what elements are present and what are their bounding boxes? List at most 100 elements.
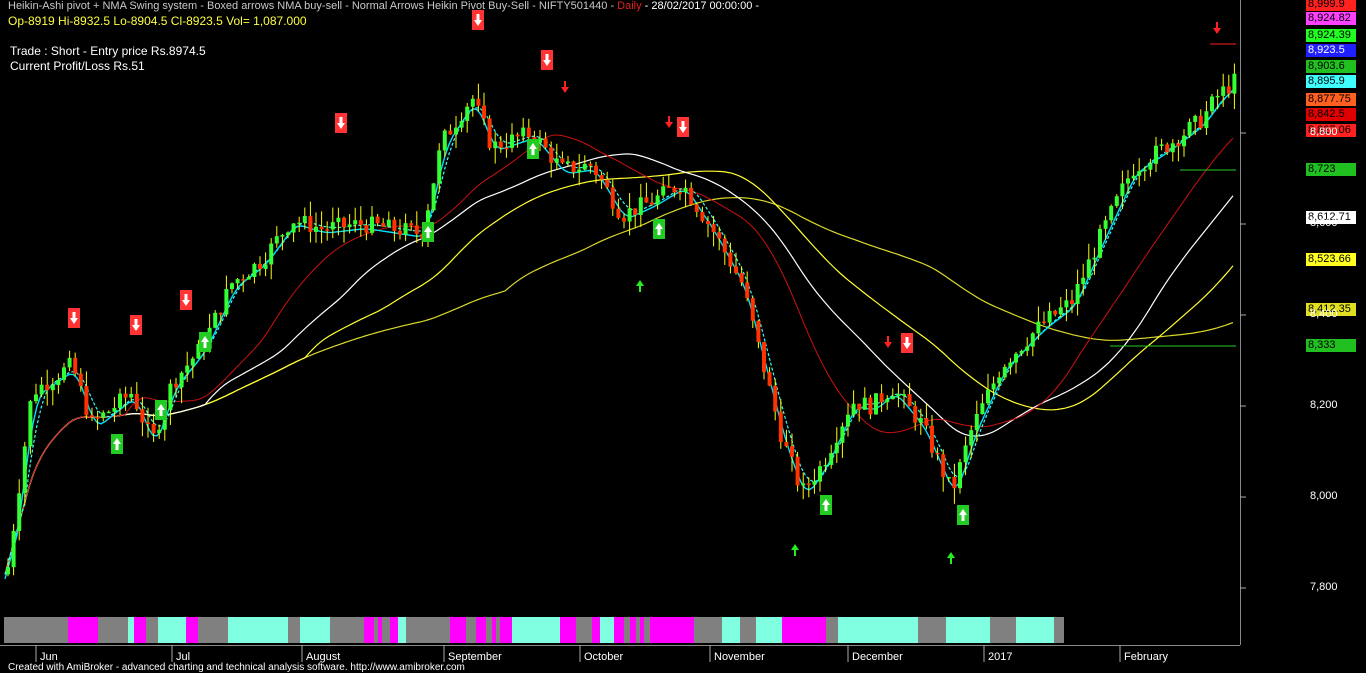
candle-body — [885, 399, 890, 403]
signal-band-segment — [614, 617, 624, 643]
candle-body — [73, 357, 78, 374]
candle-body — [11, 530, 16, 568]
signal-band-segment — [624, 617, 630, 643]
candle-body — [235, 279, 240, 284]
footer-credit: Created with AmiBroker - advanced charti… — [8, 662, 465, 673]
signal-band-segment — [630, 617, 636, 643]
candle-body — [711, 224, 716, 233]
sell-arrow-icon — [561, 81, 569, 93]
signal-band-segment — [128, 617, 134, 643]
candle-body — [980, 403, 985, 415]
candle-body — [84, 386, 89, 416]
candle-body — [308, 215, 313, 232]
candle-body — [1081, 277, 1086, 285]
candle-body — [1154, 145, 1158, 164]
candle-body — [90, 415, 94, 418]
candle-body — [353, 220, 358, 225]
price-chart[interactable]: Jun Jul August September October November Dece… — [0, 0, 1366, 672]
buy-box-signal — [199, 332, 211, 352]
candle-body — [213, 312, 218, 328]
signal-band-segment — [512, 617, 560, 643]
signal-band-segment — [330, 617, 364, 643]
signal-band-segment — [640, 617, 644, 643]
candle-body — [129, 393, 134, 398]
signal-band-segment — [636, 617, 640, 643]
candle-body — [879, 393, 884, 403]
candle-body — [224, 289, 229, 315]
price-axis-line — [1240, 0, 1241, 645]
candle-body — [218, 312, 223, 315]
candle-body — [470, 98, 475, 107]
candle-body — [812, 481, 817, 485]
sell-arrow-icon — [665, 116, 673, 128]
y-tick-label: 8,800 — [1310, 126, 1338, 138]
month-label: 2017 — [988, 651, 1012, 663]
candle-body — [358, 220, 363, 226]
candle-body — [1109, 205, 1114, 221]
candle-body — [50, 385, 55, 391]
candle-body — [633, 208, 638, 215]
sell-box-signal — [901, 333, 913, 353]
candle-body — [1036, 321, 1041, 334]
candle-body — [941, 454, 946, 477]
signal-band-segment — [826, 617, 838, 643]
signal-band-segment — [838, 617, 918, 643]
price-tag: 8,333 — [1306, 339, 1356, 352]
candle-body — [157, 429, 162, 434]
candle-body — [302, 215, 307, 223]
signal-band-segment — [486, 617, 492, 643]
candle-body — [409, 223, 414, 226]
signal-band-segment — [946, 617, 990, 643]
candle-body — [678, 192, 682, 194]
signal-band-segment — [644, 617, 650, 643]
signal-band-segment — [364, 617, 374, 643]
signal-band-segment — [300, 617, 330, 643]
candle-body — [101, 412, 106, 418]
candle-body — [1025, 346, 1030, 351]
candle-body — [683, 187, 688, 193]
candle-body — [22, 446, 27, 494]
candle-body — [566, 161, 570, 163]
signal-band-segment — [158, 617, 186, 643]
candle-body — [801, 483, 806, 486]
candle-body — [599, 175, 604, 180]
price-tag: 8,903.6 — [1306, 60, 1356, 73]
interval-label: Daily — [617, 0, 642, 12]
candle-body — [1204, 111, 1209, 129]
candle-body — [364, 225, 369, 233]
candle-body — [851, 403, 856, 415]
signal-band-segment — [496, 617, 500, 643]
candle-body — [622, 217, 626, 222]
candle-body — [123, 393, 128, 398]
candle-body — [756, 320, 761, 342]
candle-body — [381, 223, 386, 227]
candle-body — [297, 222, 302, 225]
trade-info: Trade : Short - Entry price Rs.8974.5 Cu… — [10, 44, 206, 74]
candle-body — [930, 425, 934, 453]
candle-body — [1131, 175, 1136, 179]
signal-band-segment — [68, 617, 98, 643]
candle-body — [650, 202, 654, 205]
candle-body — [935, 452, 940, 455]
candle-body — [347, 224, 352, 228]
price-tag: 8,877.75 — [1306, 93, 1356, 106]
candle-body — [482, 105, 486, 119]
candle-body — [834, 442, 839, 454]
price-tag: 8,523.66 — [1306, 253, 1356, 266]
candle-body — [1058, 307, 1063, 315]
candle-body — [896, 394, 901, 397]
candle-body — [706, 221, 710, 225]
candle-body — [504, 147, 509, 150]
candle-body — [627, 208, 632, 222]
signal-band-segment — [134, 617, 146, 643]
candle-body — [1120, 183, 1125, 197]
candle-body — [907, 394, 912, 407]
candle-body — [454, 127, 458, 135]
candle-body — [829, 453, 834, 465]
candle-body — [1098, 228, 1102, 258]
signal-band-segment — [390, 617, 398, 643]
signal-band-segment — [228, 617, 288, 643]
candle-body — [286, 232, 290, 236]
candle-body — [280, 235, 285, 237]
candle-body — [336, 217, 341, 223]
